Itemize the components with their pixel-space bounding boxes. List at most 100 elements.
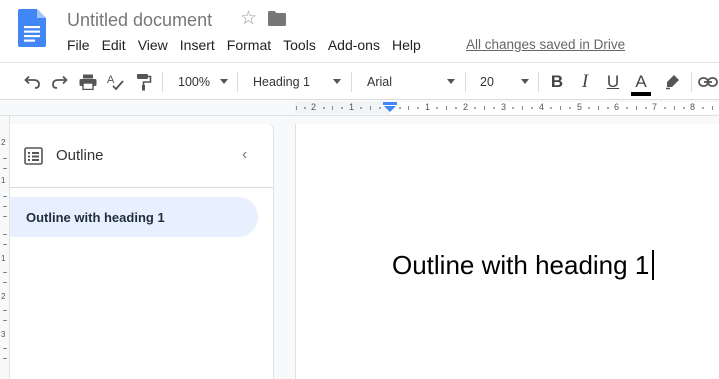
toolbar-divider (691, 72, 692, 92)
docs-logo-icon[interactable] (18, 9, 46, 47)
ruler-text-area (390, 102, 719, 114)
underline-button[interactable]: U (602, 63, 624, 100)
spellcheck-button[interactable]: A (104, 63, 128, 100)
ruler-tick (493, 107, 495, 109)
ruler-tick (531, 107, 533, 109)
menu-view[interactable]: View (138, 37, 168, 53)
zoom-select[interactable]: 100% (178, 63, 210, 100)
italic-button[interactable]: I (574, 63, 596, 100)
font-size-chevron-down-icon[interactable] (521, 79, 529, 84)
outline-item-heading[interactable]: Outline with heading 1 (10, 197, 258, 237)
ruler-tick (645, 107, 647, 109)
toolbar-divider (465, 72, 466, 92)
print-button[interactable] (76, 63, 100, 100)
ruler-tick (399, 107, 401, 109)
text-cursor (652, 250, 655, 280)
vruler-tick (3, 244, 7, 245)
menu-help[interactable]: Help (392, 37, 421, 53)
ruler-tick (512, 107, 514, 109)
redo-button[interactable] (48, 63, 72, 100)
redo-icon (52, 75, 68, 89)
ruler-tick (446, 106, 447, 110)
collapse-outline-chevron-left-icon[interactable]: ‹ (242, 146, 247, 164)
ruler-mark: 3 (501, 102, 507, 112)
vruler-tick (3, 234, 7, 235)
ruler-mark: 1 (349, 102, 355, 112)
font-chevron-down-icon[interactable] (447, 79, 455, 84)
ruler-tick (702, 107, 704, 109)
outline-header: Outline ‹ (10, 124, 274, 188)
ruler-tick (636, 106, 637, 110)
menu-edit[interactable]: Edit (102, 37, 126, 53)
docs-app: Untitled document ☆ File Edit View Inser… (0, 0, 719, 379)
style-chevron-down-icon[interactable] (333, 79, 341, 84)
ruler-tick (436, 107, 438, 109)
vruler-tick (3, 358, 7, 359)
ruler-tick (332, 106, 333, 110)
vruler-mark: 2 (1, 292, 6, 301)
ruler-tick (304, 107, 306, 109)
ruler-tick (417, 107, 419, 109)
toolbar-divider (538, 72, 539, 92)
document-page[interactable]: Outline with heading 1 (295, 124, 719, 379)
spellcheck-icon: A (107, 74, 124, 90)
title-bar: Untitled document ☆ File Edit View Inser… (0, 0, 719, 62)
paint-format-button[interactable] (132, 63, 156, 100)
vruler-mark: 3 (1, 330, 6, 339)
ruler-tick (484, 106, 485, 110)
ruler-mark: 1 (425, 102, 431, 112)
ruler-tick (569, 107, 571, 109)
ruler-mark: 7 (652, 102, 658, 112)
ruler-tick (683, 107, 685, 109)
undo-icon (24, 75, 40, 89)
indent-marker-icon[interactable] (383, 102, 397, 112)
document-heading[interactable]: Outline with heading 1 (392, 250, 655, 280)
ruler-tick (626, 107, 628, 109)
ruler-tick (588, 107, 590, 109)
document-title[interactable]: Untitled document (67, 9, 212, 31)
svg-text:A: A (107, 74, 115, 86)
vruler-mark: 2 (1, 138, 6, 147)
vruler-tick (3, 272, 7, 273)
vruler-tick (3, 196, 7, 197)
highlighter-icon (666, 74, 679, 89)
vruler-tick (3, 216, 7, 217)
text-color-button[interactable]: A (630, 63, 652, 100)
bold-button[interactable]: B (546, 63, 568, 100)
menu-insert[interactable]: Insert (180, 37, 215, 53)
save-status-link[interactable]: All changes saved in Drive (466, 37, 625, 53)
horizontal-ruler[interactable]: 2 1 1 2 3 4 5 6 7 8 (0, 100, 719, 116)
vruler-tick (3, 158, 7, 159)
star-icon[interactable]: ☆ (240, 8, 257, 30)
ruler-tick (408, 106, 409, 110)
font-select[interactable]: Arial (367, 63, 392, 100)
print-icon (79, 74, 97, 90)
vruler-mark: 1 (1, 176, 6, 185)
bold-icon: B (550, 71, 564, 91)
zoom-chevron-down-icon[interactable] (220, 79, 228, 84)
vruler-tick (3, 348, 7, 349)
ruler-tick (379, 107, 381, 109)
toolbar-divider (162, 72, 163, 92)
menu-tools[interactable]: Tools (283, 37, 316, 53)
ruler-tick (712, 106, 713, 110)
ruler-mark: 6 (614, 102, 620, 112)
vertical-ruler[interactable]: 2 1 1 2 3 (0, 116, 10, 379)
ruler-tick (455, 107, 457, 109)
vruler-tick (3, 310, 7, 311)
style-select[interactable]: Heading 1 (253, 63, 310, 100)
undo-button[interactable] (20, 63, 44, 100)
insert-link-button[interactable] (697, 63, 719, 100)
outline-panel: Outline ‹ Outline with heading 1 (10, 124, 274, 379)
menu-addons[interactable]: Add-ons (328, 37, 380, 53)
menu-format[interactable]: Format (227, 37, 271, 53)
menu-file[interactable]: File (67, 37, 90, 53)
paint-format-icon (137, 73, 152, 90)
highlight-color-button[interactable] (661, 63, 683, 100)
font-size-select[interactable]: 20 (480, 63, 494, 100)
link-icon (698, 76, 718, 87)
text-color-icon: A (631, 71, 652, 96)
vruler-tick (3, 168, 7, 169)
ruler-tick (360, 107, 362, 109)
folder-icon[interactable] (268, 11, 286, 26)
